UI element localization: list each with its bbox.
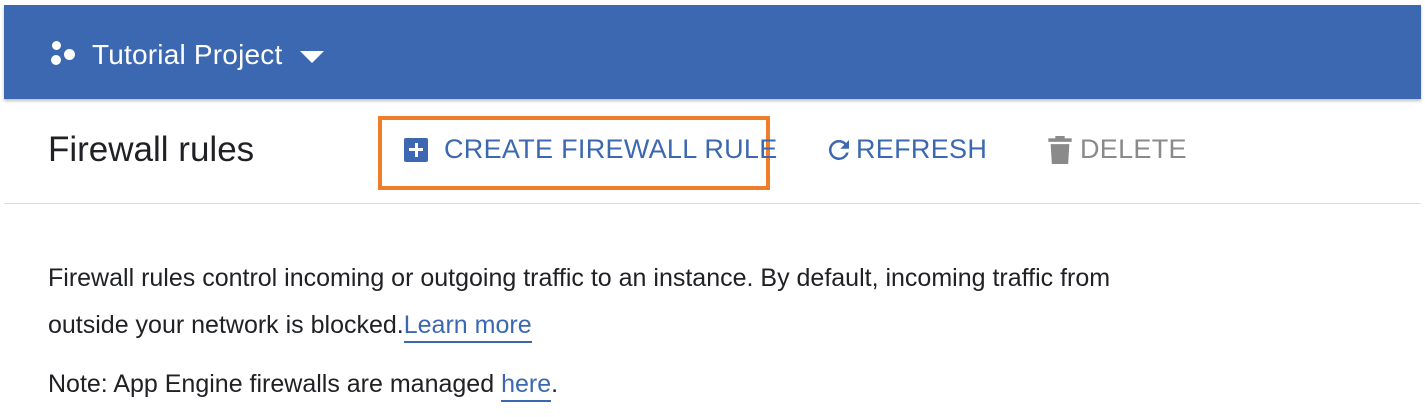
app-engine-note: Note: App Engine firewalls are managed h…	[48, 370, 559, 402]
here-link[interactable]: here	[501, 370, 552, 402]
create-firewall-rule-button[interactable]: CREATE FIREWALL RULE	[404, 134, 778, 165]
project-dots-icon	[48, 39, 80, 71]
delete-label: DELETE	[1080, 134, 1187, 164]
description-body: Firewall rules control incoming or outgo…	[48, 264, 1111, 339]
learn-more-link[interactable]: Learn more	[403, 311, 532, 343]
caret-down-icon[interactable]	[300, 51, 325, 63]
refresh-button[interactable]: REFRESH	[824, 134, 987, 165]
project-selector[interactable]: Tutorial Project	[48, 30, 325, 80]
trash-icon	[1048, 135, 1072, 164]
create-firewall-rule-label: CREATE FIREWALL RULE	[444, 134, 778, 164]
note-suffix: .	[551, 370, 559, 398]
note-prefix: Note: App Engine firewalls are managed	[48, 370, 502, 398]
delete-button[interactable]: DELETE	[1048, 134, 1187, 165]
project-name: Tutorial Project	[92, 39, 283, 70]
refresh-icon	[828, 139, 849, 160]
top-app-bar: Tutorial Project	[4, 5, 1421, 99]
refresh-label: REFRESH	[856, 134, 988, 164]
page-title: Firewall rules	[48, 130, 255, 169]
add-box-icon	[404, 137, 428, 162]
description-text: Firewall rules control incoming or outgo…	[48, 255, 1148, 349]
action-bar: Firewall rules CREATE FIREWALL RULE REFR…	[4, 100, 1421, 204]
